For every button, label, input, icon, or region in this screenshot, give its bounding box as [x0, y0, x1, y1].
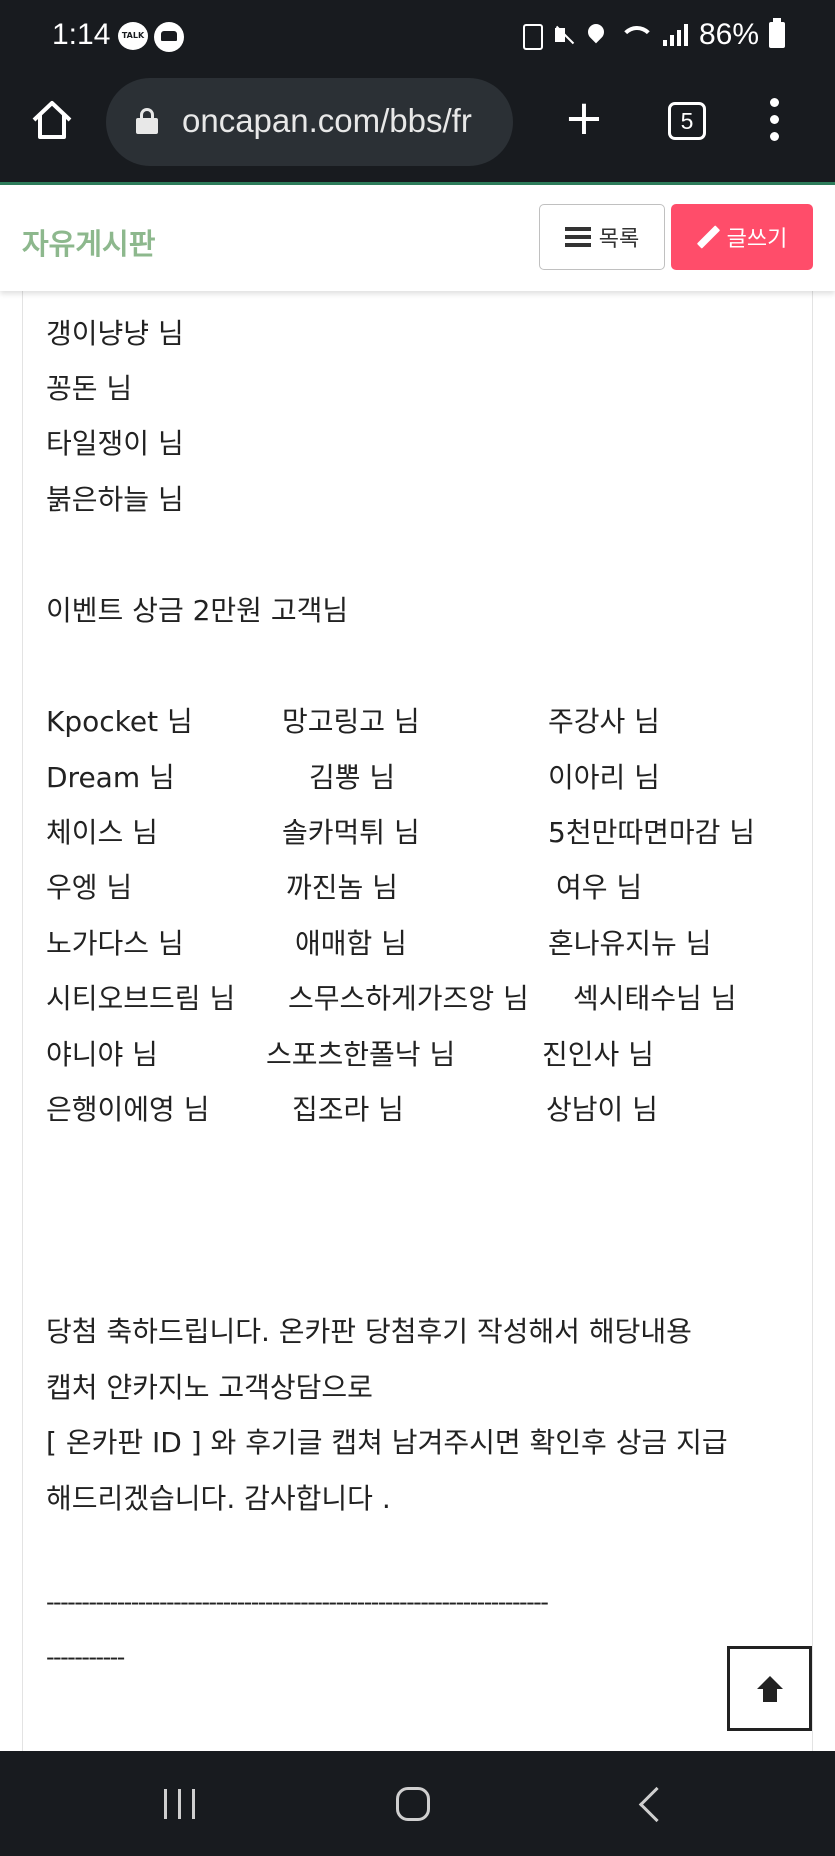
- winner-name: 집조라 님: [292, 1093, 404, 1126]
- arrow-up-icon: [756, 1675, 783, 1702]
- winner-name: 노가다스 님: [46, 927, 184, 960]
- battery-percent: 86%: [698, 18, 759, 51]
- divider-line: ----------------------------------------…: [46, 1588, 549, 1616]
- winner-name: 망고링고 님: [282, 705, 420, 738]
- location-icon: [585, 22, 607, 48]
- winner-name: 스무스하게가즈앙 님: [288, 982, 529, 1015]
- winner-name: 5천만따면마감 님: [548, 816, 756, 849]
- winner-name: 상남이 님: [546, 1093, 658, 1126]
- name-line: 갱이냥냥 님: [46, 317, 184, 350]
- winner-name: 이아리 님: [548, 761, 660, 794]
- list-button-label: 목록: [598, 227, 640, 252]
- winner-name: 야니야 님: [46, 1038, 158, 1071]
- winner-name: 김뽕 님: [309, 761, 396, 794]
- winner-name: 체이스 님: [46, 816, 158, 849]
- recent-apps-button[interactable]: [164, 1789, 198, 1819]
- status-icons: 86%: [521, 18, 785, 52]
- status-time: 1:14: [52, 18, 111, 51]
- prize-heading: 이벤트 상금 2만원 고객님: [46, 594, 349, 627]
- browser-toolbar: oncapan.com/bbs/fr + 5: [0, 74, 835, 184]
- new-tab-button[interactable]: +: [558, 92, 610, 144]
- winner-name: Dream 님: [46, 761, 175, 794]
- scroll-to-top-button[interactable]: [727, 1646, 812, 1731]
- list-button[interactable]: 목록: [539, 204, 665, 270]
- browser-home-button[interactable]: [28, 96, 76, 144]
- pencil-icon: [697, 226, 719, 248]
- lock-icon: [136, 108, 158, 134]
- winner-name: 솔카먹튀 님: [282, 816, 420, 849]
- name-line: 꽁돈 님: [46, 372, 133, 405]
- list-icon: [564, 227, 591, 247]
- winner-name: 스포츠한폴낙 님: [266, 1038, 456, 1071]
- tab-switcher-button[interactable]: 5: [668, 102, 706, 140]
- recycle-icon: [521, 22, 543, 50]
- home-icon: [32, 101, 72, 139]
- system-back-button[interactable]: [638, 1787, 660, 1821]
- winner-name: 여우 님: [556, 871, 643, 904]
- notice-line: 캡처 얀카지노 고객상담으로: [46, 1371, 373, 1404]
- browser-menu-button[interactable]: [762, 98, 786, 142]
- name-line: 타일쟁이 님: [46, 427, 184, 460]
- divider-line: -----------: [46, 1643, 125, 1671]
- notice-line: [ 온카판 ID ] 와 후기글 캡쳐 남겨주시면 확인후 상금 지급: [46, 1426, 728, 1459]
- car-icon: [154, 22, 184, 52]
- notice-line: 해드리겠습니다. 감사합니다 .: [46, 1482, 391, 1515]
- winner-name: 애매함 님: [295, 927, 407, 960]
- system-home-button[interactable]: [396, 1787, 430, 1821]
- mute-icon: [553, 22, 575, 48]
- wifi-icon: [617, 22, 655, 48]
- write-button-label: 글쓰기: [726, 227, 788, 252]
- signal-icon: [661, 22, 689, 48]
- board-header: 자유게시판 목록 글쓰기: [0, 185, 835, 291]
- winner-name: 까진놈 님: [286, 871, 398, 904]
- winner-name: 주강사 님: [548, 705, 660, 738]
- battery-icon: [769, 18, 785, 48]
- status-bar: 1:14 TALK 86%: [0, 0, 835, 74]
- winner-name: 우엥 님: [46, 871, 133, 904]
- winner-name: Kpocket 님: [46, 705, 193, 738]
- write-button[interactable]: 글쓰기: [671, 204, 813, 270]
- winner-name: 시티오브드림 님: [46, 982, 236, 1015]
- board-title[interactable]: 자유게시판: [22, 221, 155, 263]
- winner-name: 혼나유지뉴 님: [548, 927, 712, 960]
- url-bar[interactable]: oncapan.com/bbs/fr: [106, 78, 513, 166]
- winner-name: 은행이에영 님: [46, 1093, 210, 1126]
- winner-name: 진인사 님: [542, 1038, 654, 1071]
- url-text: oncapan.com/bbs/fr: [182, 102, 472, 139]
- system-nav-bar: [0, 1751, 835, 1856]
- notice-line: 당첨 축하드립니다. 온카판 당첨후기 작성해서 해당내용: [46, 1315, 692, 1348]
- kakaotalk-icon: TALK: [118, 22, 148, 50]
- winner-name: 섹시태수님 님: [573, 982, 737, 1015]
- name-line: 붉은하늘 님: [46, 483, 184, 516]
